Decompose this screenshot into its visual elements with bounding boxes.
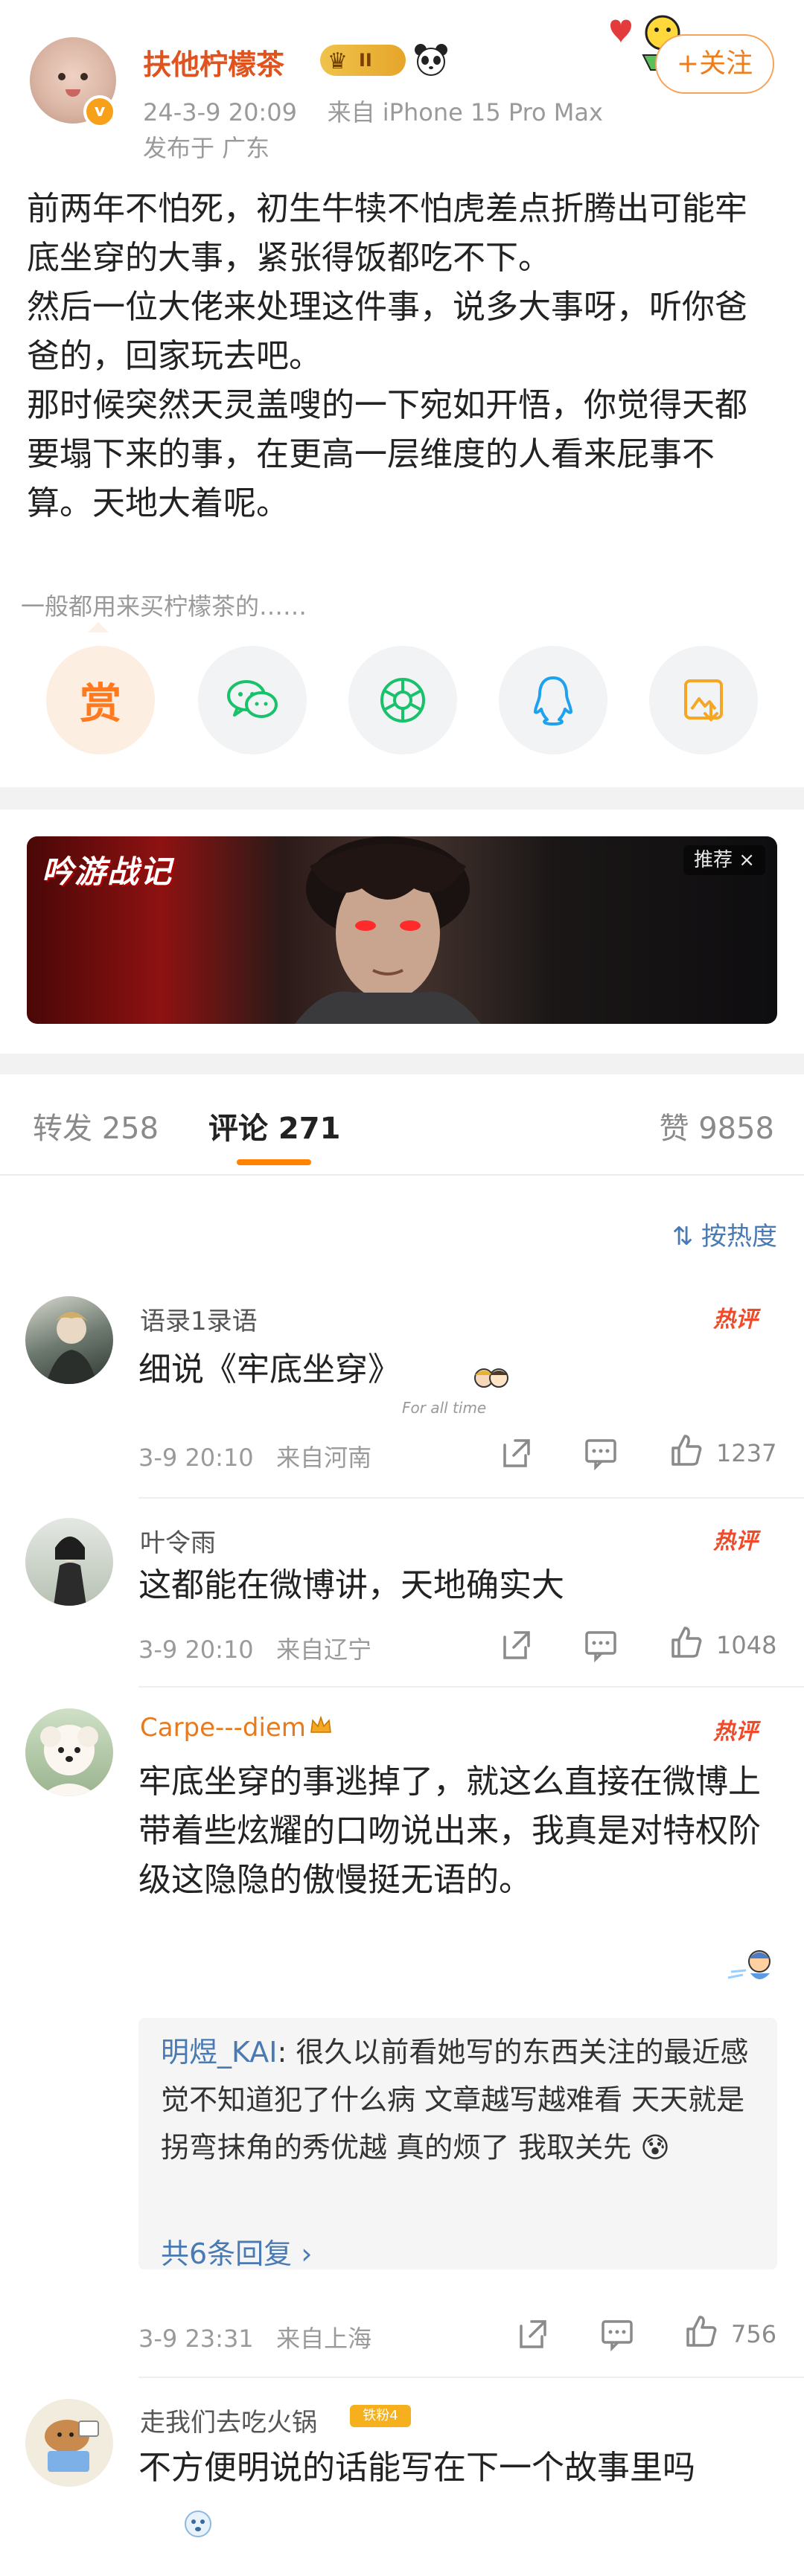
hot-comment-badge: 热评 [713,1528,758,1554]
comment-time: 3-9 23:31 [138,2325,254,2353]
post-location: 发布于 广东 [143,134,270,162]
reward-button[interactable]: 赏 [46,646,155,754]
comment-author[interactable]: Carpe---diem [140,1713,306,1743]
comment-divider [138,1686,804,1688]
crown-badge-icon [310,1715,331,1733]
wechat-share-button[interactable] [198,646,307,754]
tab-repost[interactable]: 转发 258 [33,1104,159,1147]
comment-sticker-icon [727,1950,770,1979]
comment-meta: 3-9 23:31 来自上海 [138,2320,371,2354]
post-meta: 24-3-9 20:09 来自 iPhone 15 Pro Max [143,94,603,128]
verified-badge: v [83,95,116,128]
save-image-button[interactable] [649,646,758,754]
section-divider [0,787,804,810]
crown-icon: ♛ [328,48,348,74]
avatar[interactable] [25,1518,113,1606]
save-image-icon [684,679,723,722]
like-icon[interactable] [667,1624,704,1661]
section-divider [0,1054,804,1074]
comment-location: 来自河南 [276,1444,372,1472]
avatar-image [46,1312,97,1384]
like-icon[interactable] [667,1432,704,1469]
follow-button[interactable]: +关注 [655,34,774,94]
avatar-image [40,1725,98,1796]
avatar[interactable] [25,1296,113,1384]
comment-divider [138,1497,804,1499]
comment-text: 牢底坐穿的事逃掉了，就这么直接在微博上带着些炫耀的口吻说出来，我真是对特权阶级这… [138,1763,761,1899]
wechat-icon [227,680,278,718]
sweat-emoji-icon: 😰 [631,2131,670,2164]
avatar[interactable] [25,1708,113,1796]
sub-reply-author[interactable]: 明煜_KAI [161,2036,277,2069]
comment-sticker-icon [474,1368,508,1388]
ad-logo: 吟游战记 [42,853,173,890]
hot-comment-badge: 热评 [713,1307,758,1333]
sticker-caption: For all time [402,1399,487,1417]
sort-icon: ⇅ [671,1222,694,1252]
ad-character-image [295,836,481,1024]
comment-author[interactable]: 语录1录语 [140,1301,258,1337]
ad-dismiss-tag[interactable]: 推荐 × [683,845,765,875]
post-time: 24-3-9 20:09 [143,98,297,126]
author-name[interactable]: 扶他柠檬茶 [143,42,284,83]
like-count: 1237 [716,1439,777,1467]
comment-divider [138,2377,804,2378]
panda-icon [415,44,447,76]
like-count: 1048 [716,1631,777,1659]
avatar[interactable] [25,2399,113,2487]
comment-text: 细说《牢底坐穿》 [138,1351,401,1388]
like-icon[interactable] [682,2313,719,2350]
qq-share-button[interactable] [499,646,607,754]
repost-icon[interactable] [514,2316,551,2353]
comment-meta: 3-9 20:10 来自河南 [138,1439,371,1473]
comment-author[interactable]: 走我们去吃火锅 [140,2402,317,2438]
qq-icon [534,676,572,725]
avatar-image [54,1537,86,1606]
reward-label: 赏 [80,679,121,728]
tab-comment[interactable]: 评论 271 [208,1104,340,1147]
repost-icon[interactable] [497,1435,535,1472]
sort-by-hot-button[interactable]: ⇅ 按热度 [672,1216,777,1252]
reply-icon[interactable] [582,1627,619,1664]
reward-hint: 一般都用来买柠檬茶的…… [21,592,307,621]
hot-comment-badge: 热评 [713,1719,758,1745]
comment-location: 来自辽宁 [276,1635,372,1664]
moments-icon [380,678,425,723]
comment-text: 不方便明说的话能写在下一个故事里吗 [138,2449,695,2487]
ad-banner[interactable]: 吟游战记 推荐 × [27,836,777,1024]
comment-time: 3-9 20:10 [138,1635,254,1664]
fan-level-badge: 铁粉4 [350,2405,411,2427]
avatar-image [45,2420,99,2472]
tab-like[interactable]: 赞 9858 [659,1104,774,1147]
tab-divider [0,1174,804,1176]
reply-icon[interactable] [582,1435,619,1472]
moments-share-button[interactable] [348,646,457,754]
active-tab-indicator [237,1159,311,1165]
post-source: 来自 iPhone 15 Pro Max [327,98,603,126]
repost-icon[interactable] [497,1627,535,1664]
hint-caret [88,622,109,632]
view-more-replies-link[interactable]: 共6条回复 › [161,2231,312,2272]
vip-badge: ♛ II [320,45,406,76]
reply-icon[interactable] [599,2316,636,2353]
comment-author[interactable]: 叶令雨 [140,1522,216,1559]
emoji-icon [185,2511,211,2537]
comment-meta: 3-9 20:10 来自辽宁 [138,1631,371,1665]
sub-reply: 明煜_KAI: 很久以前看她写的东西关注的最近感觉不知道犯了什么病 文章越写越难… [161,2036,749,2164]
comment-text: 这都能在微博讲，天地确实大 [138,1566,564,1604]
post-body: 前两年不怕死，初生牛犊不怕虎差点折腾出可能牢底坐穿的大事，紧张得饭都吃不下。 然… [27,190,747,522]
comment-location: 来自上海 [276,2325,372,2353]
like-count: 756 [731,2320,777,2348]
comment-time: 3-9 20:10 [138,1444,254,1472]
